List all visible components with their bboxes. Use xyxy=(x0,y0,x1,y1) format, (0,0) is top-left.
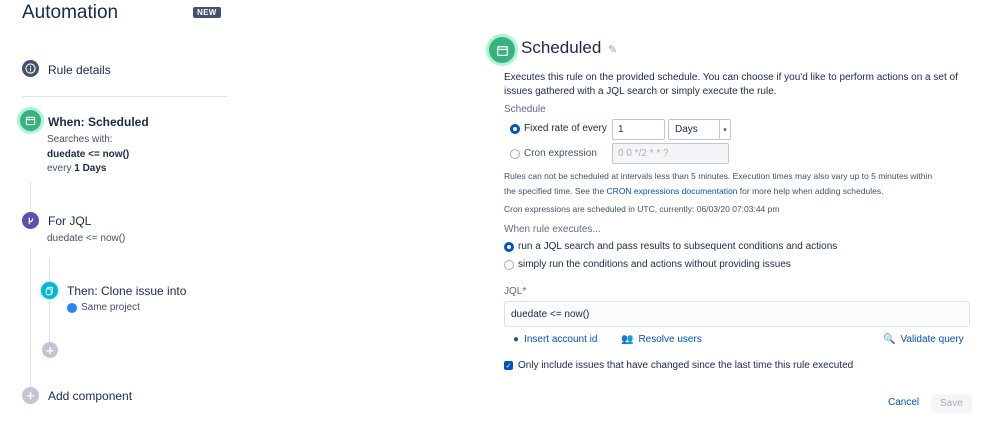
calendar-icon xyxy=(489,37,515,63)
schedule-note-line2: the specified time. See the CRON express… xyxy=(504,186,884,196)
calendar-icon[interactable] xyxy=(20,110,41,131)
fixed-rate-label: Fixed rate of every xyxy=(524,123,607,134)
jql-search-option-label: run a JQL search and pass results to sub… xyxy=(518,241,838,252)
page-title: Automation xyxy=(22,2,119,23)
cron-docs-link[interactable]: CRON expressions documentation xyxy=(607,186,738,196)
clone-icon[interactable] xyxy=(41,282,58,299)
jql-input[interactable]: duedate <= now() xyxy=(504,301,970,327)
insert-account-id-button[interactable]: ● Insert account id xyxy=(513,334,597,345)
edit-pencil-icon[interactable]: ✎ xyxy=(608,43,617,56)
new-badge: NEW xyxy=(193,7,221,18)
clone-target-label: Same project xyxy=(81,302,140,313)
connector-line xyxy=(30,182,31,210)
cron-radio[interactable] xyxy=(510,149,520,159)
for-jql-title[interactable]: For JQL xyxy=(48,214,91,228)
searches-with-label: Searches with: xyxy=(47,134,113,145)
connector-line xyxy=(30,248,31,398)
only-include-checkbox[interactable]: ✓ xyxy=(504,361,513,370)
fixed-rate-radio[interactable] xyxy=(510,124,520,134)
user-icon: ● xyxy=(513,334,520,345)
save-button[interactable]: Save xyxy=(931,394,972,413)
only-include-label: Only include issues that have changed si… xyxy=(518,360,854,371)
divider xyxy=(22,96,227,97)
when-query: duedate <= now() xyxy=(47,149,130,160)
then-clone-title[interactable]: Then: Clone issue into xyxy=(67,284,186,298)
plus-icon: + xyxy=(26,388,35,403)
chevron-down-icon: ▾ xyxy=(719,120,730,139)
interval-unit-value: Days xyxy=(675,124,698,135)
panel-description: Executes this rule on the provided sched… xyxy=(504,72,958,97)
branch-icon[interactable] xyxy=(22,212,39,229)
jql-label: JQL* xyxy=(504,286,527,297)
when-scheduled-title[interactable]: When: Scheduled xyxy=(48,115,149,129)
for-jql-query: duedate <= now() xyxy=(47,233,126,244)
people-icon: 👥 xyxy=(621,334,634,345)
panel-title: Scheduled xyxy=(521,38,602,57)
fixed-rate-input[interactable]: 1 xyxy=(612,119,665,140)
clone-target: Same project xyxy=(67,302,140,313)
when-frequency: every 1 Days xyxy=(47,163,107,174)
project-icon xyxy=(67,302,77,313)
branch-connector-line xyxy=(49,258,50,348)
info-icon[interactable] xyxy=(22,60,39,77)
add-component-icon[interactable]: + xyxy=(22,387,39,404)
cron-expression-input[interactable]: 0 0 */2 * * ? xyxy=(612,143,729,164)
utc-note: Cron expressions are scheduled in UTC, c… xyxy=(504,204,780,214)
schedule-note-line1: Rules can not be scheduled at intervals … xyxy=(504,171,933,181)
add-branch-component-button[interactable]: + xyxy=(42,342,58,358)
schedule-label: Schedule xyxy=(504,104,546,115)
cron-label: Cron expression xyxy=(524,148,597,159)
rule-details-link[interactable]: Rule details xyxy=(48,63,111,77)
interval-unit-select[interactable]: Days ▾ xyxy=(668,119,731,140)
when-executes-label: When rule executes... xyxy=(504,224,601,235)
validate-query-button[interactable]: 🔍 Validate query xyxy=(883,334,964,345)
cancel-button[interactable]: Cancel xyxy=(880,394,927,411)
simple-run-option-label: simply run the conditions and actions wi… xyxy=(518,259,791,270)
resolve-users-button[interactable]: 👥 Resolve users xyxy=(621,334,702,345)
search-icon: 🔍 xyxy=(883,334,896,345)
add-component-button[interactable]: Add component xyxy=(48,389,132,403)
plus-icon: + xyxy=(46,342,54,358)
jql-search-radio[interactable] xyxy=(504,242,514,252)
simple-run-radio[interactable] xyxy=(504,260,514,270)
